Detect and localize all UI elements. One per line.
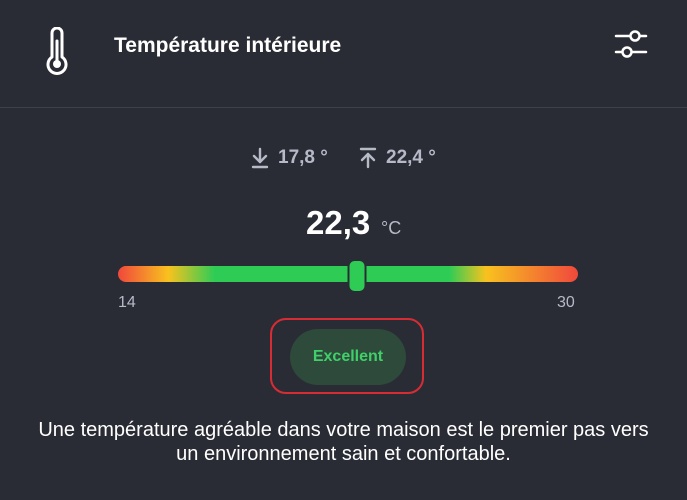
max-temperature: 22,4 ° bbox=[358, 142, 436, 174]
page-title: Température intérieure bbox=[114, 34, 342, 57]
arrow-down-to-line-icon bbox=[251, 147, 269, 169]
header: Température intérieure bbox=[0, 0, 687, 108]
temperature-unit: °C bbox=[381, 218, 402, 238]
sliders-icon[interactable] bbox=[612, 26, 650, 64]
header-divider bbox=[0, 107, 687, 108]
gauge-thumb[interactable] bbox=[347, 259, 367, 293]
gauge-min-label: 14 bbox=[118, 294, 136, 311]
min-temperature: 17,8 ° bbox=[250, 142, 328, 174]
min-temperature-value: 17,8 ° bbox=[278, 147, 328, 168]
current-temperature-value: 22,3 bbox=[306, 204, 371, 241]
arrow-up-from-line-icon bbox=[359, 147, 377, 169]
max-temperature-value: 22,4 ° bbox=[386, 147, 436, 168]
min-max-stats: 17,8 ° 22,4 ° bbox=[0, 142, 687, 174]
thermometer-icon bbox=[46, 27, 68, 75]
highlight-box bbox=[270, 318, 424, 394]
description-text: Une température agréable dans votre mais… bbox=[38, 419, 649, 465]
gauge-max-label: 30 bbox=[557, 294, 575, 311]
